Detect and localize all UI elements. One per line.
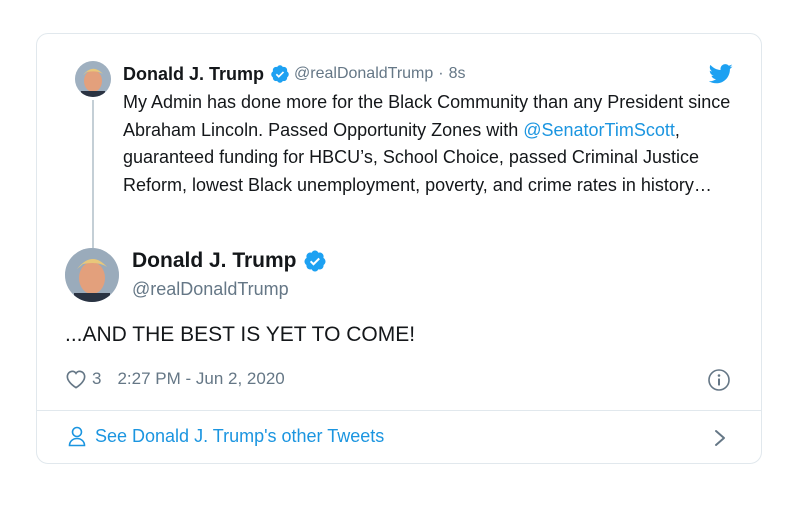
mention-link[interactable]: @SenatorTimScott bbox=[523, 120, 675, 140]
quoted-author-name[interactable]: Donald J. Trump bbox=[123, 64, 264, 85]
author-name[interactable]: Donald J. Trump bbox=[132, 249, 297, 273]
quoted-tweet-text: My Admin has done more for the Black Com… bbox=[123, 89, 743, 199]
tweet-meta: 3 2:27 PM - Jun 2, 2020 bbox=[65, 369, 285, 389]
info-icon[interactable] bbox=[707, 368, 731, 392]
quoted-timestamp[interactable]: 8s bbox=[449, 65, 466, 83]
verified-badge-icon bbox=[270, 64, 290, 84]
other-tweets-link[interactable]: See Donald J. Trump's other Tweets bbox=[67, 425, 384, 447]
header-separator: · bbox=[438, 65, 444, 82]
tweet-timestamp[interactable]: 2:27 PM - Jun 2, 2020 bbox=[117, 369, 284, 389]
author-avatar[interactable] bbox=[65, 248, 119, 302]
quoted-author-handle[interactable]: @realDonaldTrump bbox=[294, 65, 433, 83]
twitter-bird-icon[interactable] bbox=[708, 64, 733, 84]
like-count[interactable]: 3 bbox=[92, 369, 101, 389]
embedded-tweet-card: Donald J. Trump @realDonaldTrump · 8s My… bbox=[36, 33, 762, 464]
person-icon bbox=[67, 425, 87, 447]
quoted-avatar[interactable] bbox=[75, 61, 111, 97]
other-tweets-label[interactable]: See Donald J. Trump's other Tweets bbox=[95, 426, 384, 447]
heart-icon[interactable] bbox=[65, 369, 87, 389]
author-name-row: Donald J. Trump bbox=[132, 249, 327, 273]
chevron-right-icon[interactable] bbox=[713, 428, 727, 448]
verified-badge-icon bbox=[303, 249, 327, 273]
footer-divider bbox=[37, 410, 761, 411]
author-handle[interactable]: @realDonaldTrump bbox=[132, 279, 289, 300]
quoted-tweet-header: Donald J. Trump @realDonaldTrump · 8s bbox=[123, 62, 466, 86]
tweet-text: ...AND THE BEST IS YET TO COME! bbox=[65, 323, 416, 346]
